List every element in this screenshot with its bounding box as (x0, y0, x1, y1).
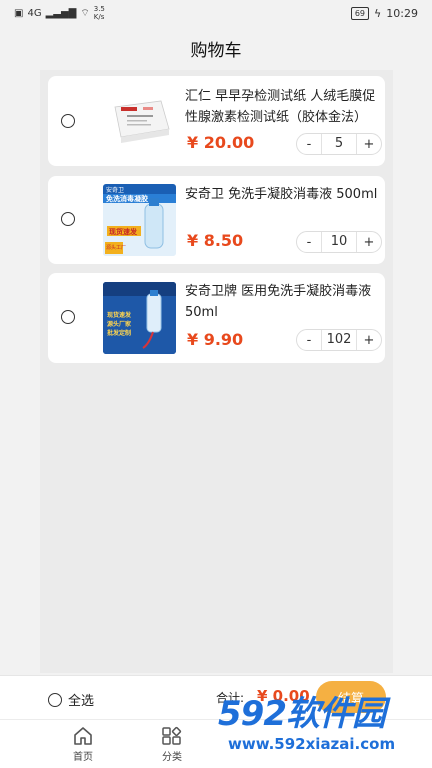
product-title[interactable]: 安奇卫牌 医用免洗手凝胶消毒液 50ml (185, 281, 381, 323)
quantity-stepper[interactable]: - 102 + (296, 329, 382, 351)
network-speed: 3.5 K/s (93, 5, 105, 21)
decrease-button[interactable]: - (297, 137, 321, 152)
thumb-badge-factory: 源头工厂 (106, 245, 127, 251)
select-all-label[interactable]: 全选 (68, 690, 94, 709)
item-checkbox[interactable] (61, 212, 75, 226)
product-price: ¥ 20.00 (187, 133, 255, 152)
product-title[interactable]: 汇仁 早早孕检测试纸 人绒毛膜促性腺激素检测试纸（胶体金法）2... (185, 86, 381, 128)
thumb-brand: 安奇卫 (106, 187, 125, 194)
cart-item[interactable]: 安奇卫 免洗消毒凝胶 现货速发 源头工厂 安奇卫 免洗手凝胶消毒液 500ml … (48, 176, 385, 264)
status-right: 69 ϟ 10:29 (350, 6, 418, 20)
product-price: ¥ 8.50 (187, 231, 244, 250)
product-title[interactable]: 安奇卫 免洗手凝胶消毒液 500ml (185, 184, 381, 206)
wifi-icon: ⌔ (80, 7, 90, 19)
thumb-headline: 免洗消毒凝胶 (106, 195, 148, 203)
charging-icon: ϟ (374, 6, 382, 20)
product-price: ¥ 9.90 (187, 330, 244, 349)
status-bar: ▣ 4G ▂▃▅▇ ⌔ 3.5 K/s 69 ϟ 10:29 (0, 0, 432, 26)
battery-icon: 69 (350, 6, 370, 20)
tab-category-label: 分类 (162, 752, 182, 763)
increase-button[interactable]: + (357, 137, 381, 152)
watermark-url: www.592xiazai.com (228, 735, 396, 753)
product-image[interactable] (103, 85, 176, 157)
quantity-value[interactable]: 5 (321, 134, 357, 154)
sim-icon: ▣ (14, 7, 24, 19)
thumb-tag-1: 现货速发 (107, 312, 132, 319)
decrease-button[interactable]: - (297, 235, 321, 250)
network-type: 4G (27, 7, 42, 19)
item-checkbox[interactable] (61, 114, 75, 128)
increase-button[interactable]: + (357, 333, 381, 348)
product-image[interactable]: 现货速发 源头厂家 批发定制 (103, 282, 176, 354)
increase-button[interactable]: + (357, 235, 381, 250)
product-image[interactable]: 安奇卫 免洗消毒凝胶 现货速发 源头工厂 (103, 184, 176, 256)
watermark: 592软件园 www.592xiazai.com (212, 680, 432, 768)
quantity-value[interactable]: 102 (321, 330, 357, 350)
watermark-logo: 592软件园 (218, 694, 386, 734)
clock: 10:29 (386, 6, 418, 20)
tab-category[interactable]: 分类 (142, 726, 202, 763)
thumb-badge: 现货速发 (109, 228, 137, 236)
tab-home-label: 首页 (73, 752, 93, 763)
quantity-stepper[interactable]: - 10 + (296, 231, 382, 253)
cart-item[interactable]: 现货速发 源头厂家 批发定制 安奇卫牌 医用免洗手凝胶消毒液 50ml ¥ 9.… (48, 273, 385, 363)
cart-item[interactable]: 汇仁 早早孕检测试纸 人绒毛膜促性腺激素检测试纸（胶体金法）2... ¥ 20.… (48, 76, 385, 166)
item-checkbox[interactable] (61, 310, 75, 324)
tab-home[interactable]: 首页 (53, 726, 113, 763)
select-all[interactable]: 全选 (48, 690, 94, 709)
signal-icon: ▂▃▅▇ (45, 7, 77, 19)
select-all-checkbox[interactable] (48, 692, 62, 707)
home-icon (74, 727, 92, 745)
cart-list[interactable]: 汇仁 早早孕检测试纸 人绒毛膜促性腺激素检测试纸（胶体金法）2... ¥ 20.… (40, 70, 393, 673)
thumb-tag-2: 源头厂家 (107, 321, 132, 328)
status-left: ▣ 4G ▂▃▅▇ ⌔ 3.5 K/s (14, 5, 105, 21)
quantity-stepper[interactable]: - 5 + (296, 133, 382, 155)
thumb-tag-3: 批发定制 (107, 330, 132, 337)
decrease-button[interactable]: - (297, 333, 321, 348)
quantity-value[interactable]: 10 (321, 232, 357, 252)
page-title: 购物车 (190, 40, 242, 61)
category-icon (162, 726, 182, 745)
